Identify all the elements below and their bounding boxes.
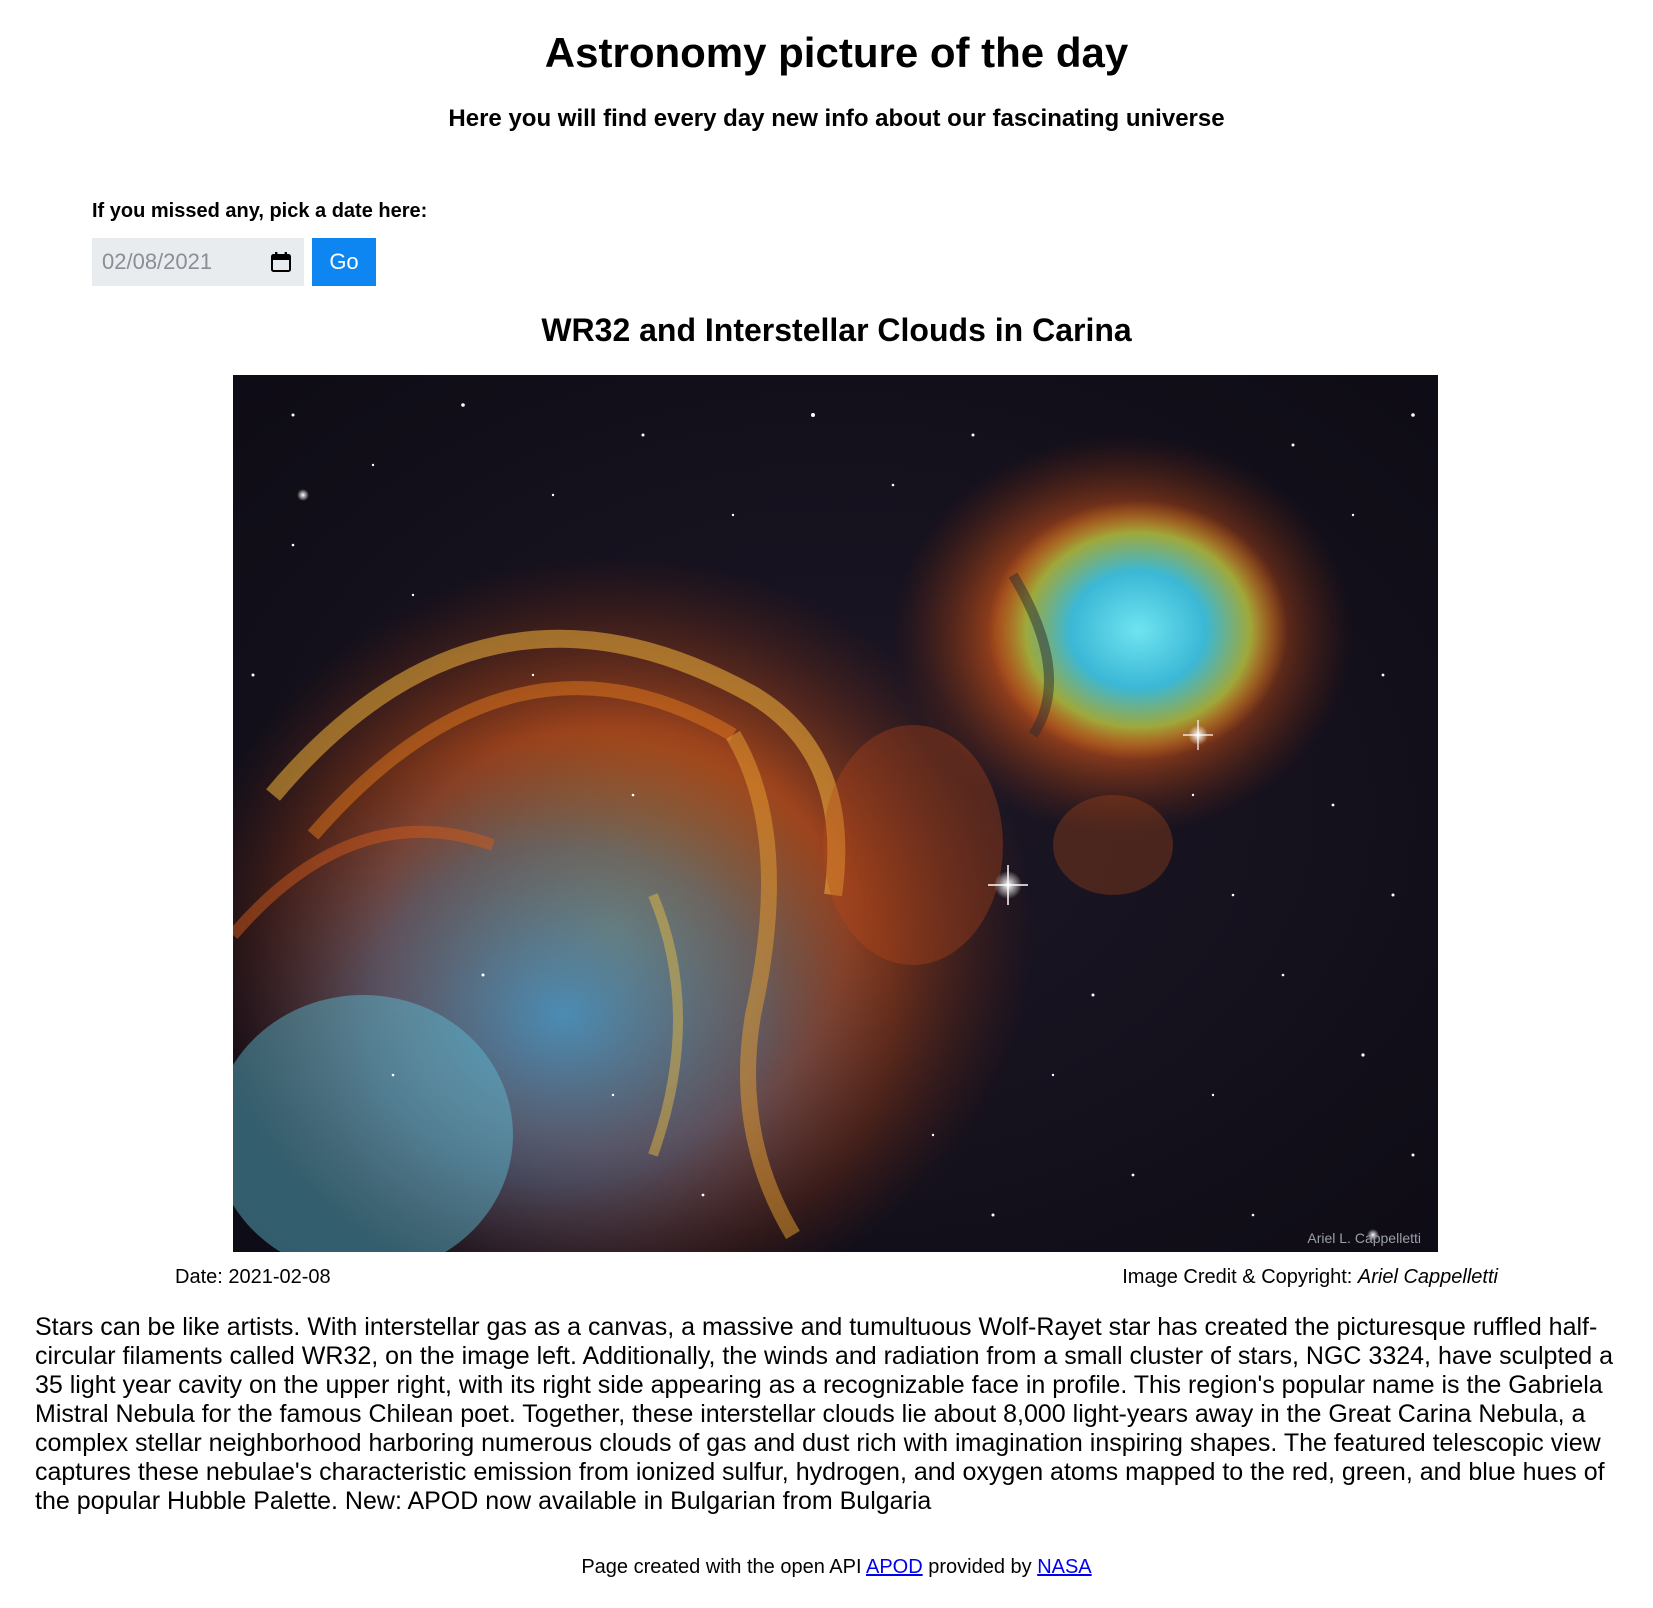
nasa-link[interactable]: NASA [1037, 1556, 1091, 1578]
credit-name: Ariel Cappelletti [1357, 1266, 1498, 1288]
apod-link[interactable]: APOD [866, 1556, 923, 1578]
go-button[interactable]: Go [312, 238, 376, 286]
date-input-value: 02/08/2021 [102, 249, 213, 274]
date-input[interactable]: 02/08/2021 [92, 238, 304, 286]
date-picker-label: If you missed any, pick a date here: [92, 200, 428, 222]
apod-image: Ariel L. Cappelletti [233, 375, 1438, 1252]
apod-explanation: Stars can be like artists. With interste… [35, 1313, 1614, 1515]
calendar-icon[interactable] [270, 251, 292, 273]
apod-title: WR32 and Interstellar Clouds in Carina [541, 312, 1132, 348]
page-title: Astronomy picture of the day [544, 29, 1129, 76]
image-watermark: Ariel L. Cappelletti [1307, 1230, 1421, 1246]
footer-text-before: Page created with the open API [581, 1556, 866, 1578]
page: Astronomy picture of the day Here you wi… [0, 0, 1653, 1608]
page-subtitle: Here you will find every day new info ab… [448, 105, 1225, 132]
footer: Page created with the open API APOD prov… [0, 1554, 1653, 1580]
credit-label: Image Credit & Copyright: [1122, 1266, 1353, 1288]
footer-text-middle: provided by [922, 1556, 1038, 1578]
apod-date: Date: 2021-02-08 [175, 1266, 331, 1288]
apod-credit: Image Credit & Copyright: Ariel Cappelle… [1122, 1265, 1498, 1289]
